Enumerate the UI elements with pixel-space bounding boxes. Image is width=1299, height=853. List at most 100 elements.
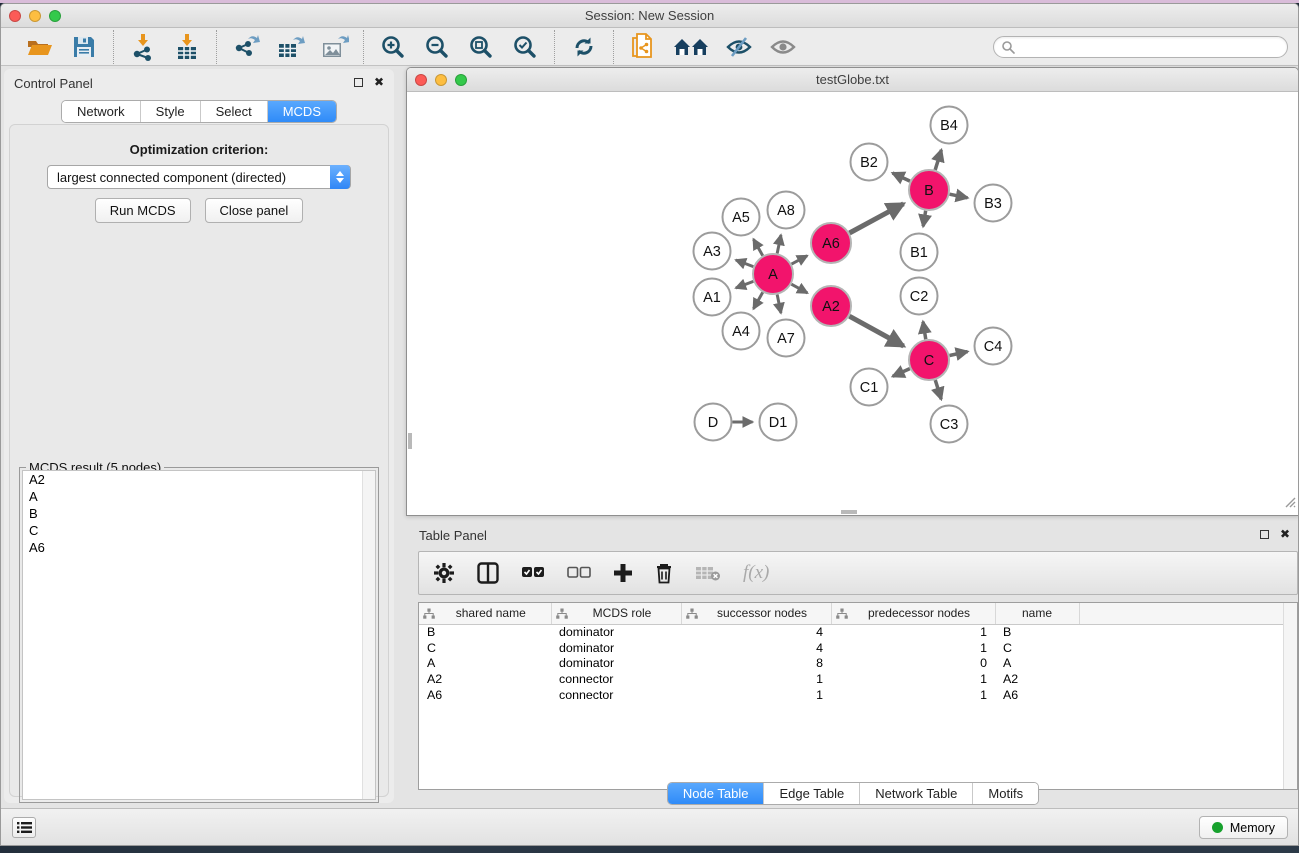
column-header-shared-name[interactable]: shared name: [419, 603, 551, 624]
graph-edge-A2-C[interactable]: [849, 316, 903, 346]
home-icon[interactable]: [671, 32, 711, 62]
export-table-icon[interactable]: [274, 32, 306, 62]
graph-edge-C-C3[interactable]: [935, 380, 941, 399]
tab-mcds[interactable]: MCDS: [268, 101, 336, 122]
graph-edge-B-B4[interactable]: [935, 150, 941, 170]
horizontal-scroll-thumb[interactable]: [841, 510, 857, 514]
column-header-successor-nodes[interactable]: successor nodes: [681, 603, 831, 624]
export-image-icon[interactable]: [318, 32, 350, 62]
show-panels-eye-icon[interactable]: [767, 32, 799, 62]
add-column-icon[interactable]: [613, 563, 633, 583]
import-table-icon[interactable]: [171, 32, 203, 62]
graph-edge-A-A5[interactable]: [753, 239, 762, 255]
tab-network-table[interactable]: Network Table: [860, 783, 973, 804]
close-panel-icon[interactable]: ✖: [374, 77, 384, 87]
graph-edge-A-A1[interactable]: [736, 281, 753, 288]
graph-node-D[interactable]: D: [695, 404, 732, 441]
graph-node-A6[interactable]: A6: [811, 223, 851, 263]
graph-edge-C-C4[interactable]: [950, 352, 968, 356]
column-header-predecessor-nodes[interactable]: predecessor nodes: [831, 603, 995, 624]
graph-edge-A-A6[interactable]: [792, 256, 808, 264]
clone-network-icon[interactable]: [627, 32, 659, 62]
tab-style[interactable]: Style: [141, 101, 201, 122]
zoom-in-icon[interactable]: [377, 32, 409, 62]
memory-button[interactable]: Memory: [1199, 816, 1288, 839]
graph-edge-B-B1[interactable]: [923, 211, 926, 227]
column-header-MCDS-role[interactable]: MCDS role: [551, 603, 681, 624]
task-history-list-icon[interactable]: [12, 817, 36, 838]
graph-node-C1[interactable]: C1: [851, 369, 888, 406]
column-header-name[interactable]: name: [995, 603, 1079, 624]
graph-edge-A-A3[interactable]: [736, 260, 753, 267]
tab-network[interactable]: Network: [62, 101, 141, 122]
zoom-fit-icon[interactable]: [465, 32, 497, 62]
graph-edge-A-A7[interactable]: [777, 295, 781, 313]
table-row[interactable]: Bdominator41B: [419, 624, 1298, 640]
graph-node-B[interactable]: B: [909, 170, 949, 210]
graph-edge-A-A4[interactable]: [753, 292, 762, 308]
resize-grip-icon[interactable]: [1283, 495, 1296, 513]
result-list-scrollbar[interactable]: [362, 471, 375, 799]
graph-node-A7[interactable]: A7: [768, 320, 805, 357]
close-panel-button[interactable]: Close panel: [205, 198, 304, 223]
run-mcds-button[interactable]: Run MCDS: [95, 198, 191, 223]
mcds-result-item[interactable]: B: [23, 505, 375, 522]
search-input[interactable]: [993, 36, 1288, 58]
open-session-icon[interactable]: [24, 32, 56, 62]
tab-node-table[interactable]: Node Table: [668, 783, 765, 804]
delete-columns-trash-icon[interactable]: [655, 562, 673, 584]
graph-edge-B-B2[interactable]: [893, 173, 910, 181]
float-table-panel-icon[interactable]: [1260, 530, 1269, 539]
graph-node-C[interactable]: C: [909, 340, 949, 380]
graph-edge-A-A8[interactable]: [777, 235, 781, 253]
tab-motifs[interactable]: Motifs: [973, 783, 1038, 804]
graph-node-A5[interactable]: A5: [723, 199, 760, 236]
zoom-out-icon[interactable]: [421, 32, 453, 62]
function-builder-icon[interactable]: f(x): [743, 562, 769, 584]
close-table-panel-icon[interactable]: ✖: [1280, 529, 1290, 539]
graph-edge-B-B3[interactable]: [950, 194, 968, 198]
graph-edge-C-C1[interactable]: [893, 369, 910, 377]
select-all-columns-icon[interactable]: [521, 566, 545, 580]
graph-node-A2[interactable]: A2: [811, 286, 851, 326]
table-row[interactable]: Adominator80A: [419, 656, 1298, 672]
graph-node-A4[interactable]: A4: [723, 313, 760, 350]
graph-node-A8[interactable]: A8: [768, 192, 805, 229]
graph-node-B2[interactable]: B2: [851, 144, 888, 181]
graph-node-B1[interactable]: B1: [901, 234, 938, 271]
import-network-icon[interactable]: [127, 32, 159, 62]
graph-edge-A6-B[interactable]: [849, 204, 903, 233]
mcds-result-item[interactable]: A2: [23, 471, 375, 488]
graph-node-C2[interactable]: C2: [901, 278, 938, 315]
delete-table-icon[interactable]: [695, 564, 721, 582]
save-session-icon[interactable]: [68, 32, 100, 62]
graph-node-A[interactable]: A: [753, 254, 793, 294]
float-panel-icon[interactable]: [354, 78, 363, 87]
mcds-result-item[interactable]: A: [23, 488, 375, 505]
export-network-icon[interactable]: [230, 32, 262, 62]
vertical-scroll-thumb[interactable]: [408, 433, 412, 449]
zoom-selected-icon[interactable]: [509, 32, 541, 62]
graph-edge-A-A2[interactable]: [791, 284, 807, 293]
graph-edge-C-C2[interactable]: [923, 322, 926, 340]
tab-edge-table[interactable]: Edge Table: [764, 783, 860, 804]
mcds-result-item[interactable]: C: [23, 522, 375, 539]
refresh-icon[interactable]: [568, 32, 600, 62]
table-settings-gear-icon[interactable]: [433, 562, 455, 584]
graph-node-A3[interactable]: A3: [694, 233, 731, 270]
split-panel-icon[interactable]: [477, 562, 499, 584]
hide-panels-eye-icon[interactable]: [723, 32, 755, 62]
table-row[interactable]: A6connector11A6: [419, 687, 1298, 703]
table-row[interactable]: Cdominator41C: [419, 640, 1298, 656]
mcds-result-item[interactable]: A6: [23, 539, 375, 556]
table-row[interactable]: A2connector11A2: [419, 671, 1298, 687]
deselect-all-columns-icon[interactable]: [567, 566, 591, 580]
graph-node-A1[interactable]: A1: [694, 279, 731, 316]
network-canvas[interactable]: AA1A2A3A4A5A6A7A8BB1B2B3B4CC1C2C3C4DD1: [408, 92, 1297, 514]
graph-node-C3[interactable]: C3: [931, 406, 968, 443]
table-scrollbar[interactable]: [1283, 603, 1297, 789]
criterion-select[interactable]: largest connected component (directed): [47, 165, 351, 189]
graph-node-C4[interactable]: C4: [975, 328, 1012, 365]
graph-node-B3[interactable]: B3: [975, 185, 1012, 222]
tab-select[interactable]: Select: [201, 101, 268, 122]
